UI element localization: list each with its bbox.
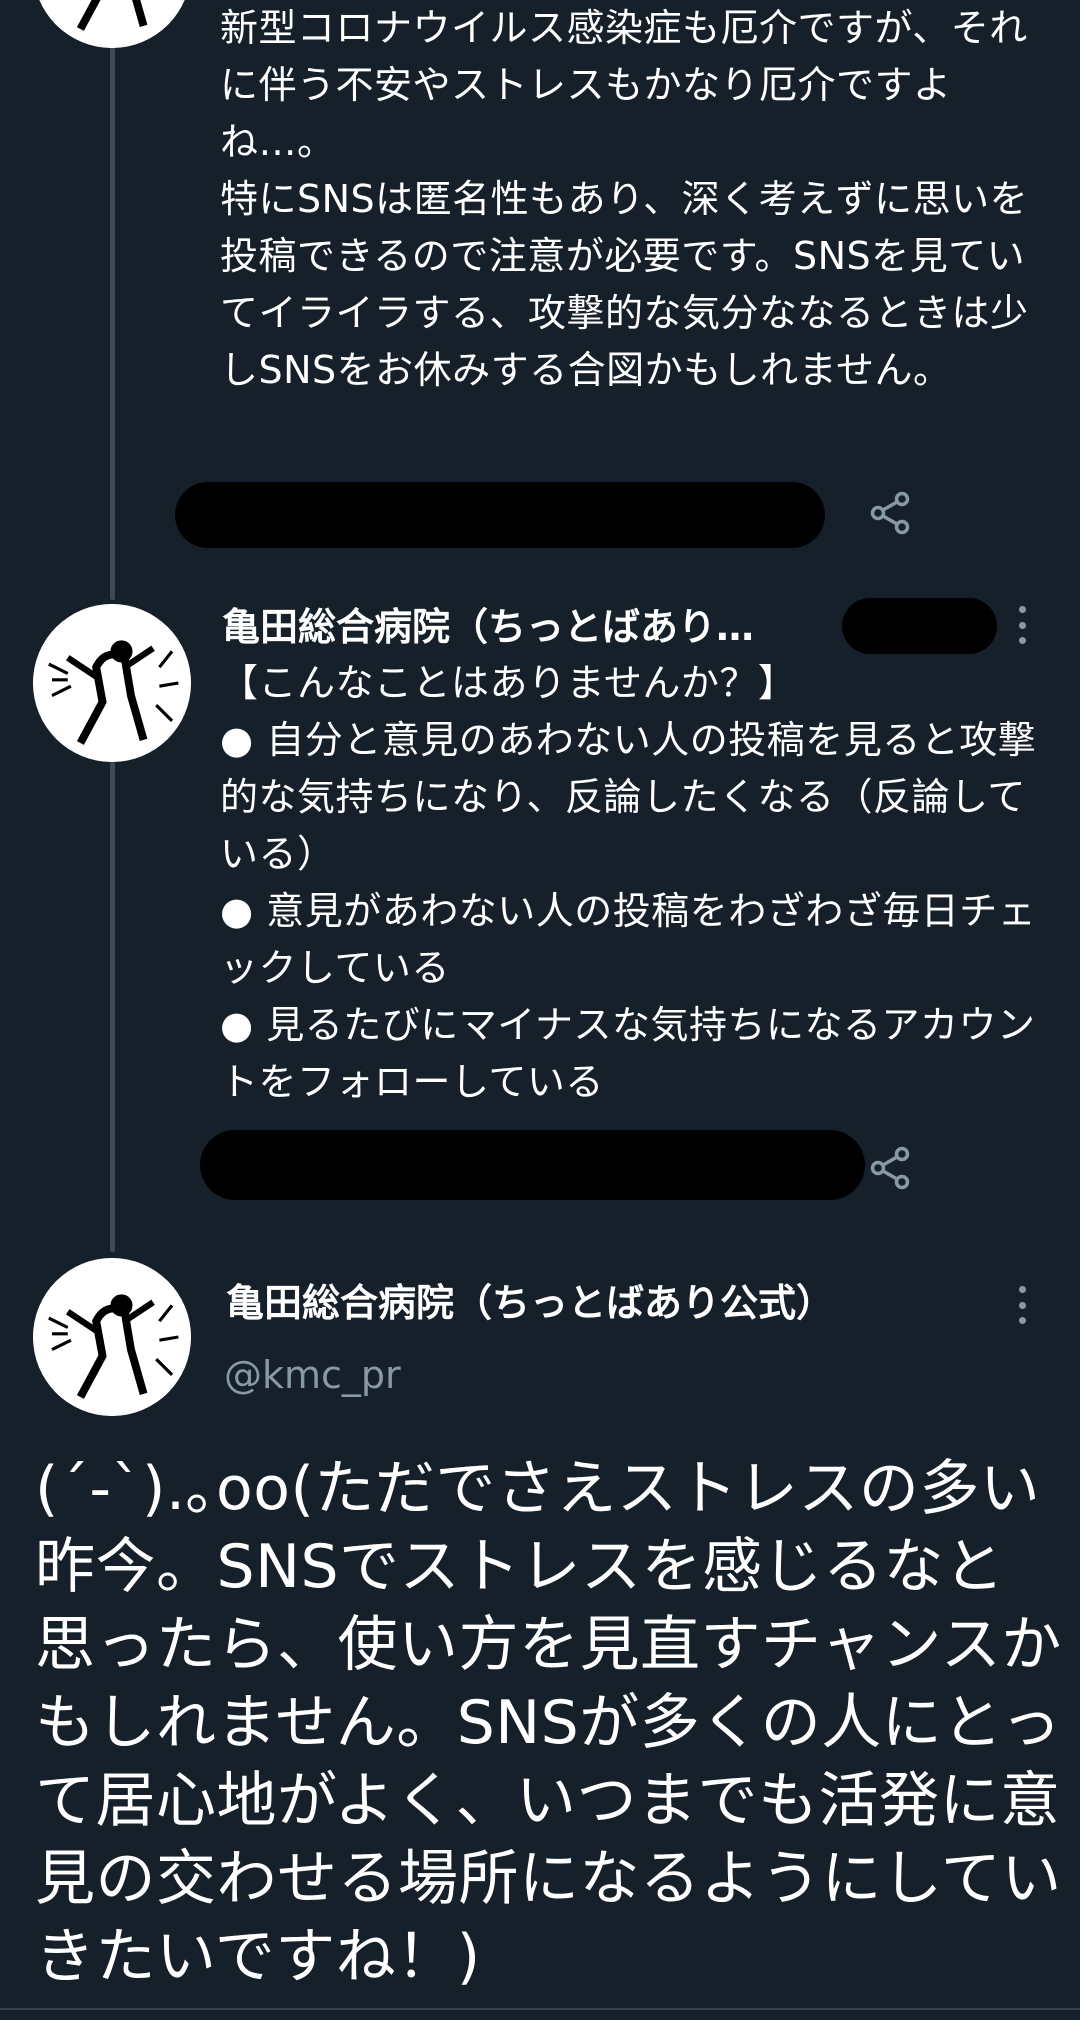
author-name[interactable]: 亀田総合病院（ちっとばあり… [222,602,754,652]
tweet-2-text: 【こんなことはありませんか？】 ● 自分と意見のあわない人の投稿を見ると攻撃的な… [220,655,1060,1111]
thread-line-middle [110,762,115,1252]
avatar-illustration-icon [39,0,185,48]
avatar[interactable] [33,604,191,762]
tweet-1-paragraph-1: 新型コロナウイルス感染症も厄介ですが、それに伴う不安やストレスもかなり厄介ですよ… [220,6,1028,164]
tweet-2-line-1: 【こんなことはありませんか？】 [220,661,797,705]
main-author-handle[interactable]: @kmc_pr [224,1350,401,1400]
tweet-2-line-4: ● 見るたびにマイナスな気持ちになるアカウントをフォローしている [220,1003,1036,1104]
share-icon[interactable] [866,488,916,538]
share-icon[interactable] [866,1143,916,1193]
main-author-name[interactable]: 亀田総合病院（ちっとばあり公式） [226,1278,834,1328]
tweet-1-paragraph-2: 特にSNSは匿名性もあり、深く考えずに思いを投稿できるので注意が必要です。SNS… [220,177,1029,392]
avatar-illustration-icon [33,1258,191,1416]
avatar[interactable] [33,0,191,48]
divider [0,2008,1080,2010]
main-tweet-text: (´-`).｡oo(ただでさえストレスの多い昨今。SNSでストレスを感じるなと思… [35,1454,1062,1992]
tweet-2-line-2: ● 自分と意見のあわない人の投稿を見ると攻撃的な気持ちになり、反論したくなる（反… [220,718,1037,876]
redaction-mark [200,1130,865,1200]
redaction-mark [842,598,997,654]
tweet-1-text: 新型コロナウイルス感染症も厄介ですが、それに伴う不安やストレスもかなり厄介ですよ… [220,0,1060,399]
redaction-mark [175,482,825,548]
avatar-illustration-icon [33,604,191,762]
more-vertical-icon[interactable] [1010,1280,1034,1330]
tweet-2-line-3: ● 意見があわない人の投稿をわざわざ毎日チェックしている [220,889,1037,990]
more-vertical-icon[interactable] [1010,600,1034,650]
avatar[interactable] [33,1258,191,1416]
thread-line-top [110,0,115,600]
